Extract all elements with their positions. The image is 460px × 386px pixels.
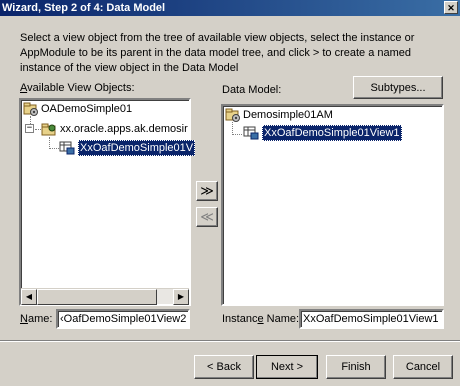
name-label: Name: xyxy=(20,313,53,325)
tree-item-app-module[interactable]: Demosimple01AM xyxy=(243,107,333,123)
view-object-icon xyxy=(59,141,75,155)
subtypes-button[interactable]: Subtypes... xyxy=(353,76,443,99)
tree-item-view-instance[interactable]: XxOafDemoSimple01View1 xyxy=(262,125,402,141)
scroll-left-icon[interactable]: ◀ xyxy=(21,289,37,305)
data-model-tree[interactable]: Demosimple01AM XxOafDemoSimple01View1 xyxy=(221,104,444,306)
scroll-thumb[interactable] xyxy=(37,289,157,305)
instructions-text: Select a view object from the tree of av… xyxy=(20,32,415,74)
scroll-right-icon[interactable]: ▶ xyxy=(173,289,189,305)
tree-item-view-object[interactable]: XxOafDemoSimple01V xyxy=(78,140,196,156)
instance-name-field[interactable]: XxOafDemoSimple01View1 xyxy=(299,309,444,329)
add-to-data-model-button[interactable]: ≫ xyxy=(196,181,218,201)
title-bar: Wizard, Step 2 of 4: Data Model ✕ xyxy=(0,0,460,16)
cancel-button[interactable]: Cancel xyxy=(393,355,453,379)
view-instance-icon xyxy=(243,126,259,140)
tree-item-package[interactable]: xx.oracle.apps.ak.demosir xyxy=(60,121,188,137)
collapse-icon[interactable]: − xyxy=(25,124,34,133)
back-button[interactable]: < Back xyxy=(194,355,254,379)
available-view-objects-tree[interactable]: OADemoSimple01 − xx.oracle.apps.ak.demos… xyxy=(19,98,196,306)
view-object-name-field[interactable]: ‹OafDemoSimple01View2 xyxy=(56,309,190,329)
tree-line xyxy=(232,134,242,135)
window-title: Wizard, Step 2 of 4: Data Model xyxy=(2,2,166,14)
horizontal-scrollbar[interactable]: ◀ ▶ xyxy=(21,288,189,305)
finish-button[interactable]: Finish xyxy=(326,355,386,379)
application-folder-icon xyxy=(23,102,39,116)
application-module-icon xyxy=(225,108,241,122)
next-button[interactable]: Next > xyxy=(256,355,318,379)
tree-line xyxy=(49,148,59,149)
package-icon xyxy=(41,122,57,136)
tree-item-root[interactable]: OADemoSimple01 xyxy=(41,101,132,117)
remove-from-data-model-button[interactable]: ≪ xyxy=(196,207,218,227)
close-icon[interactable]: ✕ xyxy=(444,1,458,14)
available-view-objects-label: Available View Objects: xyxy=(20,82,135,94)
data-model-label: Data Model: xyxy=(222,84,282,96)
instance-name-label: Instance Name: xyxy=(222,313,300,325)
footer-separator xyxy=(0,340,460,342)
